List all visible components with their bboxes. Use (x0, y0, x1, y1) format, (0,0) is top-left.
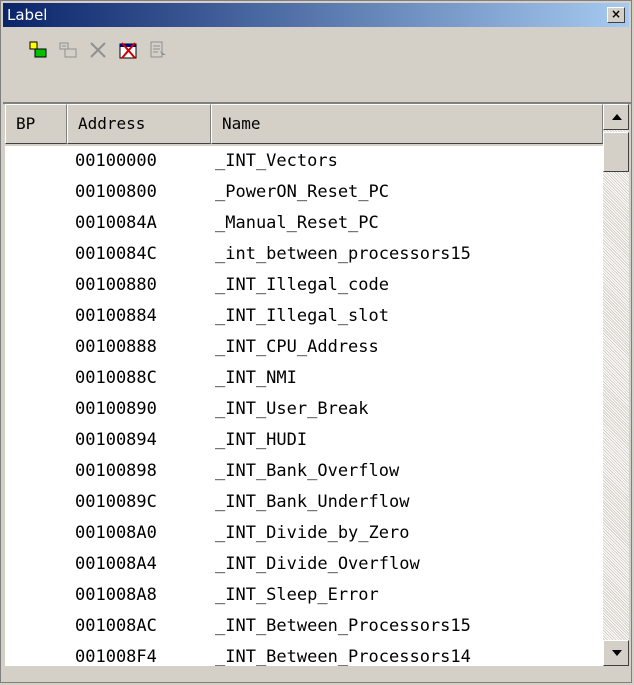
row-address: 00100000 (75, 151, 157, 171)
row-address: 0010088C (75, 368, 157, 388)
properties-button[interactable] (145, 37, 171, 63)
row-name: _int_between_processors15 (215, 244, 471, 264)
delete-icon (90, 42, 106, 58)
row-address: 001008A4 (75, 554, 157, 574)
title-bar[interactable]: Label × (3, 3, 629, 27)
delete-all-icon (119, 42, 137, 59)
row-address: 00100898 (75, 461, 157, 481)
column-header-address[interactable]: Address (67, 104, 211, 144)
row-name: _INT_CPU_Address (215, 337, 379, 357)
table-row[interactable]: 0010089C _INT_Bank_Underflow (5, 487, 603, 518)
row-address: 00100880 (75, 275, 157, 295)
label-window: Label × BP Address Name 00100000 _INT_Ve… (0, 0, 632, 683)
close-icon: × (610, 7, 622, 21)
arrow-up-icon (612, 114, 622, 120)
add-label-icon (29, 41, 47, 58)
table-row[interactable]: 00100800 _PowerON_Reset_PC (5, 177, 603, 208)
row-name: _INT_Bank_Overflow (215, 461, 400, 481)
row-address: 0010089C (75, 492, 157, 512)
scroll-down-button[interactable] (603, 640, 629, 666)
window-title: Label (7, 6, 48, 24)
row-name: _INT_Sleep_Error (215, 585, 379, 605)
toolbar (3, 29, 629, 69)
row-address: 001008AC (75, 616, 157, 636)
delete-all-button[interactable] (115, 37, 141, 63)
row-name: _INT_Divide_by_Zero (215, 523, 410, 543)
vertical-scrollbar[interactable] (603, 104, 629, 666)
table-row[interactable]: 00100890 _INT_User_Break (5, 394, 603, 425)
window-bottom-edge (3, 666, 631, 682)
row-address: 00100800 (75, 182, 157, 202)
add-label-button[interactable] (25, 37, 51, 63)
table-row[interactable]: 001008A4 _INT_Divide_Overflow (5, 549, 603, 580)
table-row[interactable]: 00100880 _INT_Illegal_code (5, 270, 603, 301)
arrow-down-icon (612, 650, 622, 656)
table-row[interactable]: 0010084A _Manual_Reset_PC (5, 208, 603, 239)
list-properties-icon (150, 41, 166, 58)
scroll-up-button[interactable] (603, 104, 629, 130)
column-header: BP Address Name (5, 104, 603, 146)
row-name: _INT_Vectors (215, 151, 338, 171)
row-name: _INT_NMI (215, 368, 297, 388)
table-row[interactable]: 001008F4 _INT_Between_Processors14 (5, 642, 603, 666)
table-row[interactable]: 001008A8 _INT_Sleep_Error (5, 580, 603, 611)
table-row[interactable]: 00100898 _INT_Bank_Overflow (5, 456, 603, 487)
column-header-bp[interactable]: BP (5, 104, 67, 144)
row-address: 0010084C (75, 244, 157, 264)
table-row[interactable]: 00100884 _INT_Illegal_slot (5, 301, 603, 332)
table-row[interactable]: 001008A0 _INT_Divide_by_Zero (5, 518, 603, 549)
row-address: 001008A8 (75, 585, 157, 605)
row-name: _INT_HUDI (215, 430, 308, 450)
row-name: _INT_Illegal_code (215, 275, 389, 295)
row-address: 00100884 (75, 306, 157, 326)
row-address: 001008F4 (75, 647, 157, 666)
table-row[interactable]: 00100000 _INT_Vectors (5, 146, 603, 177)
scroll-thumb[interactable] (603, 132, 629, 172)
column-header-name[interactable]: Name (211, 104, 603, 144)
row-name: _INT_Between_Processors14 (215, 647, 471, 666)
row-name: _INT_User_Break (215, 399, 369, 419)
row-name: _INT_Between_Processors15 (215, 616, 471, 636)
row-address: 001008A0 (75, 523, 157, 543)
row-name: _INT_Divide_Overflow (215, 554, 420, 574)
edit-label-button[interactable] (55, 37, 81, 63)
table-row[interactable]: 0010084C _int_between_processors15 (5, 239, 603, 270)
row-address: 00100890 (75, 399, 157, 419)
table-row[interactable]: 0010088C _INT_NMI (5, 363, 603, 394)
row-address: 0010084A (75, 213, 157, 233)
edit-label-icon (59, 42, 77, 58)
row-name: _INT_Illegal_slot (215, 306, 389, 326)
close-button[interactable]: × (607, 7, 625, 23)
row-name: _PowerON_Reset_PC (215, 182, 389, 202)
table-row[interactable]: 001008AC _INT_Between_Processors15 (5, 611, 603, 642)
table-row[interactable]: 00100888 _INT_CPU_Address (5, 332, 603, 363)
row-name: _INT_Bank_Underflow (215, 492, 410, 512)
row-address: 00100894 (75, 430, 157, 450)
row-name: _Manual_Reset_PC (215, 213, 379, 233)
delete-button[interactable] (85, 37, 111, 63)
row-address: 00100888 (75, 337, 157, 357)
label-list[interactable]: 00100000 _INT_Vectors 00100800 _PowerON_Res… (5, 146, 603, 666)
table-row[interactable]: 00100894 _INT_HUDI (5, 425, 603, 456)
